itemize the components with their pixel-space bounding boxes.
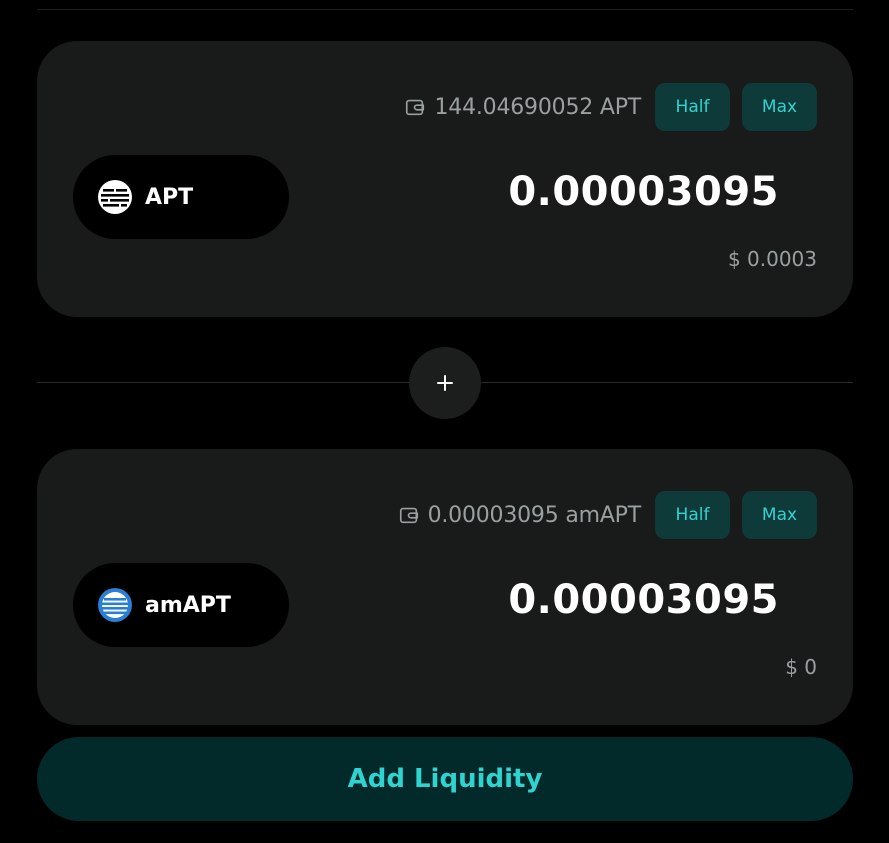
token-input-card-amapt: 0.00003095 amAPT Half Max amAPT $ 0 [37, 449, 853, 725]
add-liquidity-button[interactable]: Add Liquidity [37, 737, 853, 821]
token-selector-amapt[interactable]: amAPT [73, 563, 289, 647]
usd-value: $ 0.0003 [727, 247, 817, 271]
top-divider [37, 9, 853, 10]
wallet-balance: 144.04690052 APT [404, 95, 641, 120]
amapt-logo-icon [98, 588, 132, 622]
token-symbol: APT [145, 184, 194, 210]
wallet-icon [399, 507, 418, 524]
token-symbol: amAPT [145, 592, 231, 618]
wallet-balance-amount: 144.04690052 APT [434, 94, 641, 120]
wallet-balance-amount: 0.00003095 amAPT [427, 502, 642, 528]
balance-row: 144.04690052 APT Half Max [404, 83, 817, 131]
usd-value: $ 0 [785, 655, 817, 679]
max-button[interactable]: Max [742, 83, 817, 131]
plus-button[interactable] [409, 347, 481, 419]
token-selector-apt[interactable]: APT [73, 155, 289, 239]
max-button[interactable]: Max [742, 491, 817, 539]
amount-input[interactable] [399, 577, 779, 623]
token-input-card-apt: 144.04690052 APT Half Max APT $ 0.0003 [37, 41, 853, 317]
wallet-icon [406, 99, 425, 116]
aptos-logo-icon [98, 180, 132, 214]
half-button[interactable]: Half [655, 491, 730, 539]
plus-icon [437, 375, 453, 391]
amount-input[interactable] [399, 169, 779, 215]
balance-row: 0.00003095 amAPT Half Max [398, 491, 817, 539]
wallet-balance: 0.00003095 amAPT [398, 503, 641, 528]
half-button[interactable]: Half [655, 83, 730, 131]
